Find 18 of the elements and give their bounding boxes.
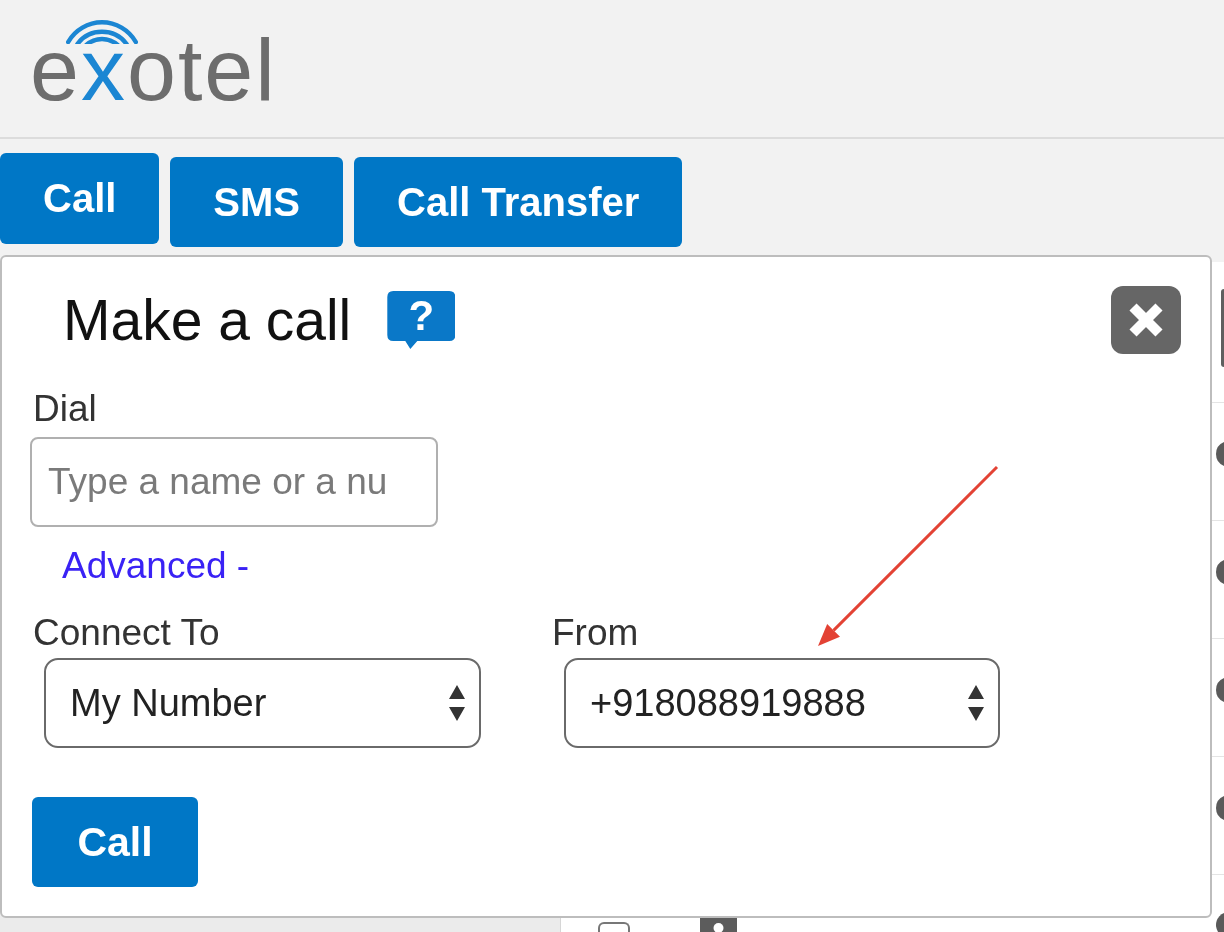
from-select[interactable]: +918088919888 [564, 658, 1000, 748]
updown-arrows-icon [967, 685, 985, 721]
tab[interactable]: Call Transfer [354, 157, 683, 247]
dial-input[interactable]: Type a name or a nu [30, 437, 438, 527]
help-button[interactable]: ? [387, 291, 456, 349]
close-button[interactable] [1111, 286, 1181, 354]
connect-to-select[interactable]: My Number [44, 658, 481, 748]
row-checkbox[interactable] [598, 922, 630, 932]
field-label: Connect To [33, 611, 220, 655]
tab[interactable]: Call [0, 153, 160, 244]
dialog-title: Make a call [63, 287, 352, 353]
exotel-logo: exotel [30, 19, 277, 114]
field-label: Dial [33, 387, 97, 431]
tab[interactable]: SMS [170, 157, 344, 247]
field-label: From [552, 611, 639, 655]
advanced-link[interactable]: Advanced - [62, 544, 250, 588]
call-button[interactable]: Call [32, 797, 198, 887]
updown-arrows-icon [448, 685, 466, 721]
